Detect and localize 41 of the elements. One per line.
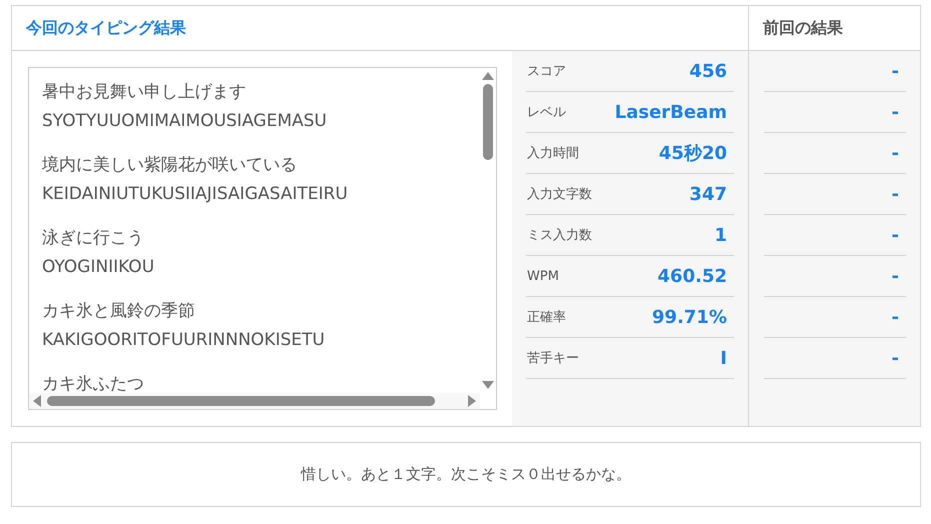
romaji-sentence: SYOTYUUOMIMAIMOUSIAGEMASU	[42, 110, 328, 133]
japanese-sentence: 境内に美しい紫陽花が咲いている	[42, 154, 298, 177]
stat-value: 456	[689, 60, 727, 82]
romaji-sentence: OYOGINIIKOU	[42, 256, 156, 279]
stat-value: LaserBeam	[614, 102, 727, 122]
scroll-up-icon[interactable]	[482, 72, 494, 80]
horizontal-scrollbar-thumb[interactable]	[47, 396, 435, 406]
previous-stat-value: -	[892, 306, 899, 328]
scroll-left-icon[interactable]	[33, 395, 41, 407]
stat-label: 正確率	[527, 309, 566, 326]
scroll-down-icon[interactable]	[482, 381, 494, 389]
stat-label: WPM	[527, 268, 559, 284]
stat-value: 99.71%	[652, 306, 727, 328]
result-message: 惜しい。あと１文字。次こそミス０出せるかな。	[11, 442, 921, 507]
stat-value: 45秒20	[658, 142, 727, 165]
japanese-sentence: カキ氷と風鈴の季節	[42, 300, 196, 323]
previous-stat-value: -	[892, 224, 899, 246]
japanese-sentence: カキ氷ふたつ	[42, 373, 145, 393]
japanese-sentence: 泳ぎに行こう	[42, 227, 145, 250]
previous-stat-value: -	[892, 266, 899, 286]
stat-label: 入力時間	[527, 145, 579, 162]
previous-stat-value: -	[892, 60, 899, 82]
stat-value: 460.52	[658, 266, 727, 286]
stat-value: I	[720, 348, 727, 368]
previous-stat-value: -	[892, 348, 899, 368]
stat-label: ミス入力数	[527, 227, 592, 244]
stat-label: レベル	[527, 104, 566, 121]
stat-label: 苦手キー	[527, 350, 579, 367]
stat-label: 入力文字数	[527, 186, 592, 203]
stat-value: 1	[714, 224, 727, 246]
japanese-sentence: 暑中お見舞い申し上げます	[42, 81, 247, 104]
scroll-right-icon[interactable]	[468, 395, 476, 407]
typed-text-list[interactable]: 暑中お見舞い申し上げます SYOTYUUOMIMAIMOUSIAGEMASU 境内に美しい紫陽花が咲いている KEIDAINIUTUKUSIIAJISAIGASAITEIRU 泳ぎに行こう OYOGINIIKOU カキ氷と風鈴の季節 KAKIGOORITOFUURINNNOKISETU カキ氷ふたつ	[28, 67, 497, 410]
romaji-sentence: KEIDAINIUTUKUSIIAJISAIGASAITEIRU	[42, 183, 349, 206]
previous-stat-value: -	[892, 102, 899, 122]
stat-label: スコア	[527, 63, 566, 80]
romaji-sentence: KAKIGOORITOFUURINNNOKISETU	[42, 329, 326, 352]
stat-value: 347	[689, 184, 727, 204]
vertical-scrollbar-thumb[interactable]	[483, 84, 493, 160]
previous-stat-value: -	[892, 142, 899, 164]
previous-stat-value: -	[892, 184, 899, 204]
